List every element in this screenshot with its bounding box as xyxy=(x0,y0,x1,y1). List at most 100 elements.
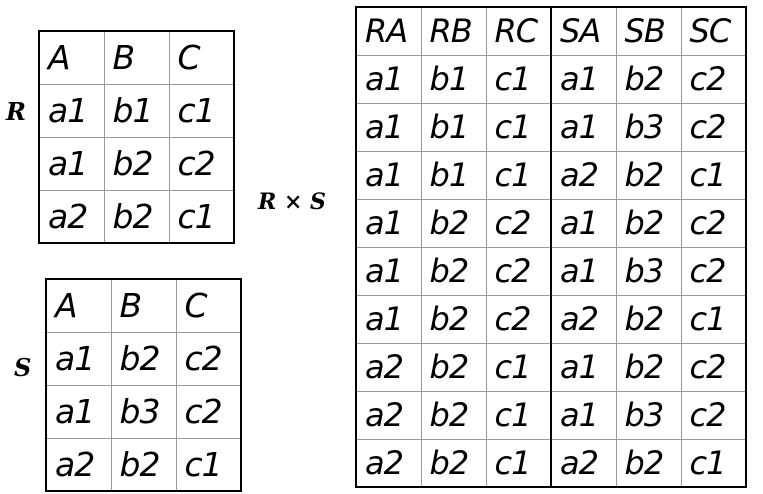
table-cell: c1 xyxy=(485,342,552,392)
table-cell: a1 xyxy=(355,198,422,248)
header-cell: B xyxy=(110,278,177,333)
table-row: a1 b1 c1 a2 b2 c1 xyxy=(355,150,747,200)
table-cell: a1 xyxy=(38,136,105,191)
table-row: a1 b1 c1 xyxy=(38,83,235,138)
table-cell: b2 xyxy=(615,294,682,344)
product-label: R × S xyxy=(258,189,326,215)
table-cell: c1 xyxy=(680,294,747,344)
table-cell: a2 xyxy=(355,390,422,440)
table-cell: c2 xyxy=(485,246,552,296)
table-cell: a2 xyxy=(550,294,617,344)
table-cell: c1 xyxy=(680,438,747,488)
table-cell: a1 xyxy=(38,83,105,138)
table-cell: a1 xyxy=(355,150,422,200)
header-cell: SA xyxy=(550,6,617,56)
table-row: a1 b1 c1 a1 b2 c2 xyxy=(355,54,747,104)
table-cell: b2 xyxy=(420,294,487,344)
table-cell: a1 xyxy=(355,102,422,152)
table-cell: b1 xyxy=(420,150,487,200)
table-cell: c2 xyxy=(680,342,747,392)
relation-r-table: A B Ca1 b1 c1 a1 b2 c2 a2 b2 c1 xyxy=(38,30,235,244)
table-row: a1 b1 c1 a1 b3 c2 xyxy=(355,102,747,152)
table-row: a1 b2 c2 xyxy=(45,331,242,386)
header-cell: C xyxy=(175,278,242,333)
table-cell: b3 xyxy=(615,390,682,440)
table-cell: b3 xyxy=(110,384,177,439)
table-cell: a1 xyxy=(355,294,422,344)
table-cell: c1 xyxy=(485,390,552,440)
table-cell: b1 xyxy=(420,102,487,152)
table-cell: a1 xyxy=(45,384,112,439)
table-cell: a1 xyxy=(355,246,422,296)
table-cell: b2 xyxy=(103,136,170,191)
header-cell: SB xyxy=(615,6,682,56)
table-cell: c2 xyxy=(485,294,552,344)
header-row: RA RB RC SA SB SC xyxy=(355,6,747,56)
table-cell: c2 xyxy=(680,102,747,152)
table-cell: c1 xyxy=(485,438,552,488)
table-row: a2 b2 c1 xyxy=(45,437,242,492)
table-cell: b2 xyxy=(615,342,682,392)
table-cell: c2 xyxy=(680,390,747,440)
table-cell: c2 xyxy=(485,198,552,248)
table-row: a1 b3 c2 xyxy=(45,384,242,439)
table-cell: c1 xyxy=(175,437,242,492)
header-cell: B xyxy=(103,30,170,85)
table-cell: c2 xyxy=(680,198,747,248)
table-cell: b3 xyxy=(615,246,682,296)
table-cell: c2 xyxy=(680,246,747,296)
table-cell: c1 xyxy=(680,150,747,200)
header-cell: RA xyxy=(355,6,422,56)
table-cell: c2 xyxy=(175,331,242,386)
table-cell: c1 xyxy=(485,54,552,104)
table-cell: a1 xyxy=(550,246,617,296)
table-cell: a2 xyxy=(355,342,422,392)
table-cell: b2 xyxy=(615,438,682,488)
table-cell: a1 xyxy=(550,342,617,392)
table-row: a2 b2 c1 xyxy=(38,189,235,244)
table-cell: a2 xyxy=(550,438,617,488)
header-cell: A xyxy=(45,278,112,333)
table-row: a2 b2 c1 a1 b2 c2 xyxy=(355,342,747,392)
table-cell: c1 xyxy=(168,189,235,244)
table-cell: b2 xyxy=(420,438,487,488)
table-row: a1 b2 c2 a2 b2 c1 xyxy=(355,294,747,344)
table-cell: a2 xyxy=(550,150,617,200)
table-cell: b2 xyxy=(420,390,487,440)
header-cell: SC xyxy=(680,6,747,56)
table-cell: b2 xyxy=(420,198,487,248)
table-cell: b1 xyxy=(103,83,170,138)
table-cell: b1 xyxy=(420,54,487,104)
table-cell: b2 xyxy=(110,437,177,492)
table-cell: a2 xyxy=(38,189,105,244)
relation-s-label: S xyxy=(14,353,32,382)
table-cell: a1 xyxy=(550,54,617,104)
table-row: a1 b2 c2 a1 b2 c2 xyxy=(355,198,747,248)
table-row: a2 b2 c1 a1 b3 c2 xyxy=(355,390,747,440)
table-cell: a1 xyxy=(45,331,112,386)
header-cell: RB xyxy=(420,6,487,56)
table-cell: b2 xyxy=(110,331,177,386)
table-cell: c2 xyxy=(175,384,242,439)
table-cell: b2 xyxy=(615,150,682,200)
table-cell: b2 xyxy=(615,54,682,104)
header-cell: A xyxy=(38,30,105,85)
table-cell: a1 xyxy=(355,54,422,104)
table-cell: c2 xyxy=(168,136,235,191)
table-cell: b2 xyxy=(615,198,682,248)
table-cell: c2 xyxy=(680,54,747,104)
table-cell: a2 xyxy=(355,438,422,488)
table-cell: b2 xyxy=(420,246,487,296)
cartesian-product-table: RA RB RC SA SB SC a1 b1 c1 a1 b2 c2 a1 b1 c1 a1 b3 c2 a1 b1… xyxy=(355,6,747,488)
relation-r-label: R xyxy=(6,97,26,126)
table-cell: c1 xyxy=(485,150,552,200)
table-cell: a1 xyxy=(550,198,617,248)
table-cell: a1 xyxy=(550,390,617,440)
table-cell: b2 xyxy=(103,189,170,244)
header-row: ABC xyxy=(45,278,242,333)
header-cell: RC xyxy=(485,6,552,56)
table-row: a2 b2 c1 a2 b2 c1 xyxy=(355,438,747,488)
table-cell: c1 xyxy=(168,83,235,138)
header-cell: C xyxy=(168,30,235,85)
table-cell: c1 xyxy=(485,102,552,152)
